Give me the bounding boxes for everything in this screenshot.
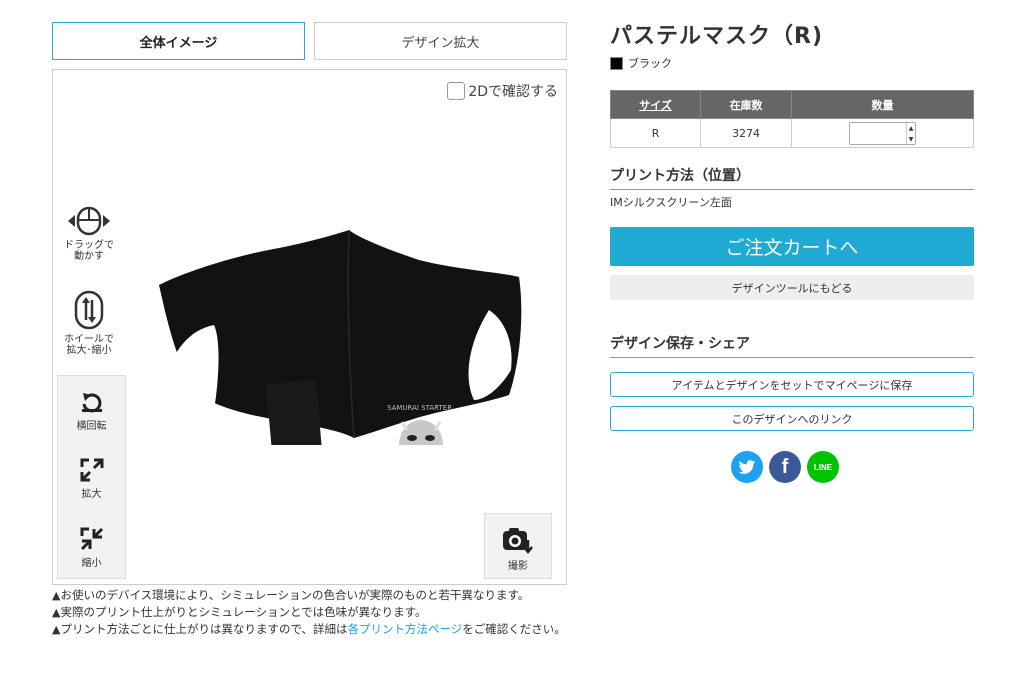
view-control-panel: 横回転 拡大 縮小 — [57, 375, 126, 579]
tab-overall-image[interactable]: 全体イメージ — [52, 22, 305, 60]
shrink-icon — [80, 527, 103, 551]
zoom-out-label: 縮小 — [81, 558, 102, 569]
svg-text:SAMURAI STARTER: SAMURAI STARTER — [387, 404, 452, 412]
wheel-hint-line2: 拡大･縮小 — [66, 345, 112, 356]
qty-cell: ▲ ▼ — [791, 118, 974, 148]
size-cell: R — [609, 118, 702, 148]
order-cart-button[interactable]: ご注文カートへ — [610, 227, 974, 266]
mask-3d-viewer[interactable]: 2Dで確認する ドラッグで 動かす ホイールで 拡大･縮小 横回転 拡大 縮小 … — [52, 69, 567, 585]
rotate-button[interactable]: 横回転 — [58, 390, 125, 432]
quantity-stepper[interactable]: ▲ ▼ — [849, 121, 917, 145]
line-icon[interactable]: LINE — [807, 451, 839, 483]
check-2d-toggle[interactable]: 2Dで確認する — [447, 81, 558, 101]
drag-hint-line1: ドラッグで — [64, 240, 114, 251]
note-1: お使いのデバイス環境により、シミュレーションの色合いが実際のものと若干異なります… — [60, 588, 530, 602]
screenshot-label: 撮影 — [508, 561, 528, 572]
stock-cell: 3274 — [700, 118, 793, 148]
product-title: パステルマスク（R) — [610, 24, 823, 49]
zoom-in-label: 拡大 — [81, 489, 102, 500]
qty-header: 数量 — [791, 90, 974, 119]
color-name: ブラック — [628, 57, 672, 70]
color-indicator: ブラック — [610, 55, 672, 71]
facebook-icon[interactable]: f — [769, 451, 801, 483]
print-method-value: IMシルクスクリーン左面 — [610, 196, 732, 209]
stock-header: 在庫数 — [700, 90, 793, 119]
expand-icon — [80, 458, 103, 482]
tab-design-zoom[interactable]: デザイン拡大 — [314, 22, 567, 60]
drag-hint-line2: 動かす — [74, 251, 104, 262]
screenshot-button[interactable]: 撮影 — [484, 513, 552, 579]
design-link-button[interactable]: このデザインへのリンク — [610, 406, 974, 431]
check-2d-label: 2Dで確認する — [468, 84, 558, 100]
zoom-out-button[interactable]: 縮小 — [58, 527, 125, 569]
spinner[interactable]: ▲ ▼ — [906, 122, 915, 145]
print-methods-link[interactable]: 各プリント方法ページ — [348, 622, 463, 636]
quantity-input[interactable] — [850, 122, 907, 144]
mouse-drag-icon — [68, 206, 110, 236]
save-share-heading: デザイン保存・シェア — [610, 333, 974, 358]
checkbox-icon[interactable] — [447, 82, 466, 100]
print-method-heading: プリント方法（位置） — [610, 165, 974, 190]
wheel-hint-line1: ホイールで — [64, 334, 114, 345]
note-2: 実際のプリント仕上がりとシミュレーションとでは色味が異なります。 — [60, 605, 427, 619]
rotate-icon — [81, 393, 102, 413]
note-3-post: をご確認ください。 — [462, 622, 566, 636]
social-share: f LINE — [731, 451, 839, 483]
back-to-design-tool-button[interactable]: デザインツールにもどる — [610, 275, 974, 300]
zoom-in-button[interactable]: 拡大 — [58, 458, 125, 500]
color-swatch — [610, 56, 623, 70]
table-row: R 3274 ▲ ▼ — [609, 118, 974, 148]
mouse-wheel-icon — [74, 290, 104, 330]
mask-preview-image: SAMURAI STARTER — [159, 230, 522, 445]
drag-hint: ドラッグで 動かす — [61, 206, 117, 262]
save-to-mypage-button[interactable]: アイテムとデザインをセットでマイページに保存 — [610, 372, 974, 397]
rotate-label: 横回転 — [76, 421, 107, 432]
notes-section: ▲お使いのデバイス環境により、シミュレーションの色合いが実際のものと若干異なりま… — [52, 588, 567, 641]
size-header[interactable]: サイズ — [609, 90, 702, 119]
camera-icon — [503, 528, 533, 554]
stock-table: サイズ 在庫数 数量 R 3274 ▲ ▼ — [609, 90, 974, 148]
note-3-pre: プリント方法ごとに仕上がりは異なりますので、詳細は — [60, 622, 348, 636]
spin-up-icon[interactable]: ▲ — [907, 123, 915, 134]
wheel-hint: ホイールで 拡大･縮小 — [61, 290, 117, 356]
twitter-icon[interactable] — [731, 451, 763, 483]
spin-down-icon[interactable]: ▼ — [907, 134, 915, 145]
